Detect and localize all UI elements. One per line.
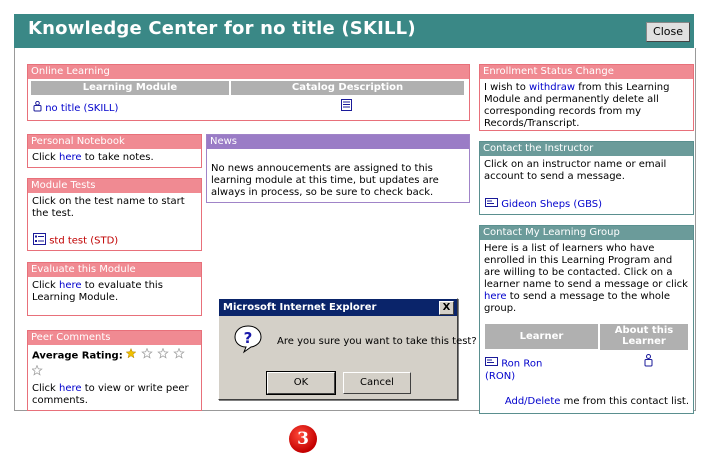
close-button[interactable]: Close (646, 22, 690, 42)
evaluate-header: Evaluate this Module (28, 263, 201, 277)
group-here-link[interactable]: here (484, 291, 507, 302)
question-icon: ? (233, 324, 263, 357)
page-title: Knowledge Center for no title (SKILL) (28, 18, 416, 39)
star-rating-icon-last (31, 364, 197, 376)
add-delete-row: Add/Delete me from this contact list. (504, 396, 689, 407)
module-tests-text: Click on the test name to start the test… (32, 196, 185, 219)
news-panel: News No news annoucements are assigned t… (206, 134, 470, 203)
personal-notebook-header: Personal Notebook (28, 135, 201, 149)
catalog-description-icon[interactable] (341, 99, 352, 114)
learner-link[interactable]: Ron Ron (501, 359, 542, 370)
confirm-dialog: Microsoft Internet Explorer X ? Are you … (218, 298, 477, 400)
cancel-button[interactable]: Cancel (343, 372, 411, 394)
contact-group-text: Here is a list of learners who have enro… (484, 243, 688, 314)
peer-comments-text: Click here to view or write peer comment… (32, 383, 189, 406)
contact-instructor-text: Click on an instructor name or email acc… (484, 159, 667, 182)
enrollment-status-panel: Enrollment Status Change I wish to withd… (479, 64, 694, 131)
header-bar: Knowledge Center for no title (SKILL) Cl… (14, 14, 694, 48)
withdraw-link[interactable]: withdraw (529, 82, 575, 93)
module-row: no title (SKILL) (33, 100, 118, 115)
evaluate-here-link[interactable]: here (59, 280, 82, 291)
contact-group-header: Contact My Learning Group (480, 226, 693, 240)
news-header: News (207, 135, 469, 149)
news-text: No news annoucements are assigned to thi… (211, 163, 439, 198)
about-learner-column-header: About this Learner (600, 324, 688, 350)
peer-here-link[interactable]: here (59, 383, 82, 394)
module-icon (33, 100, 42, 115)
learner-profile-icon[interactable] (644, 354, 653, 370)
svg-text:?: ? (244, 329, 253, 347)
peer-comments-header: Peer Comments (28, 331, 201, 345)
test-list-icon (33, 233, 46, 248)
personal-notebook-panel: Personal Notebook Click here to take not… (27, 134, 202, 168)
test-row: std test (STD) (33, 233, 118, 248)
notebook-here-link[interactable]: here (59, 152, 82, 163)
learning-module-column-header: Learning Module (31, 81, 229, 95)
step-number-badge: 3 (289, 425, 317, 453)
instructor-link[interactable]: Gideon Sheps (GBS) (501, 199, 602, 210)
module-tests-panel: Module Tests Click on the test name to s… (27, 178, 202, 251)
contact-instructor-header: Contact the Instructor (480, 142, 693, 156)
dialog-title-bar: Microsoft Internet Explorer X (219, 299, 457, 316)
learner-row: Ron Ron (RON) (485, 357, 542, 383)
test-link[interactable]: std test (STD) (49, 236, 118, 247)
online-learning-header: Online Learning (28, 65, 469, 79)
learner-code[interactable]: (RON) (485, 371, 515, 382)
instructor-row: Gideon Sheps (GBS) (485, 198, 602, 210)
enrollment-header: Enrollment Status Change (480, 65, 693, 79)
enrollment-text: I wish to withdraw from this Learning Mo… (484, 82, 670, 129)
notebook-text: Click here to take notes. (32, 152, 154, 163)
learner-column-header: Learner (485, 324, 598, 349)
dialog-close-button[interactable]: X (439, 301, 454, 315)
online-learning-panel: Online Learning Learning Module Catalog … (27, 64, 470, 121)
average-rating-label: Average Rating: (32, 350, 123, 362)
contact-learning-group-panel: Contact My Learning Group Here is a list… (479, 225, 694, 414)
contact-instructor-panel: Contact the Instructor Click on an instr… (479, 141, 694, 215)
ok-button[interactable]: OK (266, 371, 336, 395)
module-link[interactable]: no title (SKILL) (45, 103, 118, 114)
dialog-message: Are you sure you want to take this test? (277, 336, 477, 347)
add-delete-link[interactable]: Add/Delete (505, 396, 561, 407)
catalog-description-column-header: Catalog Description (231, 81, 464, 95)
module-tests-header: Module Tests (28, 179, 201, 193)
star-rating-icon (125, 347, 188, 363)
average-rating-row: Average Rating: Click here to view or wr… (28, 345, 201, 410)
peer-comments-panel: Peer Comments Average Rating: Click here… (27, 330, 202, 411)
email-card-icon (485, 357, 498, 370)
evaluate-text: Click here to evaluate this Learning Mod… (32, 280, 163, 303)
dialog-title: Microsoft Internet Explorer (223, 302, 377, 313)
learner-table-header: Learner About this Learner (485, 324, 688, 350)
email-card-icon (485, 198, 498, 210)
evaluate-module-panel: Evaluate this Module Click here to evalu… (27, 262, 202, 316)
